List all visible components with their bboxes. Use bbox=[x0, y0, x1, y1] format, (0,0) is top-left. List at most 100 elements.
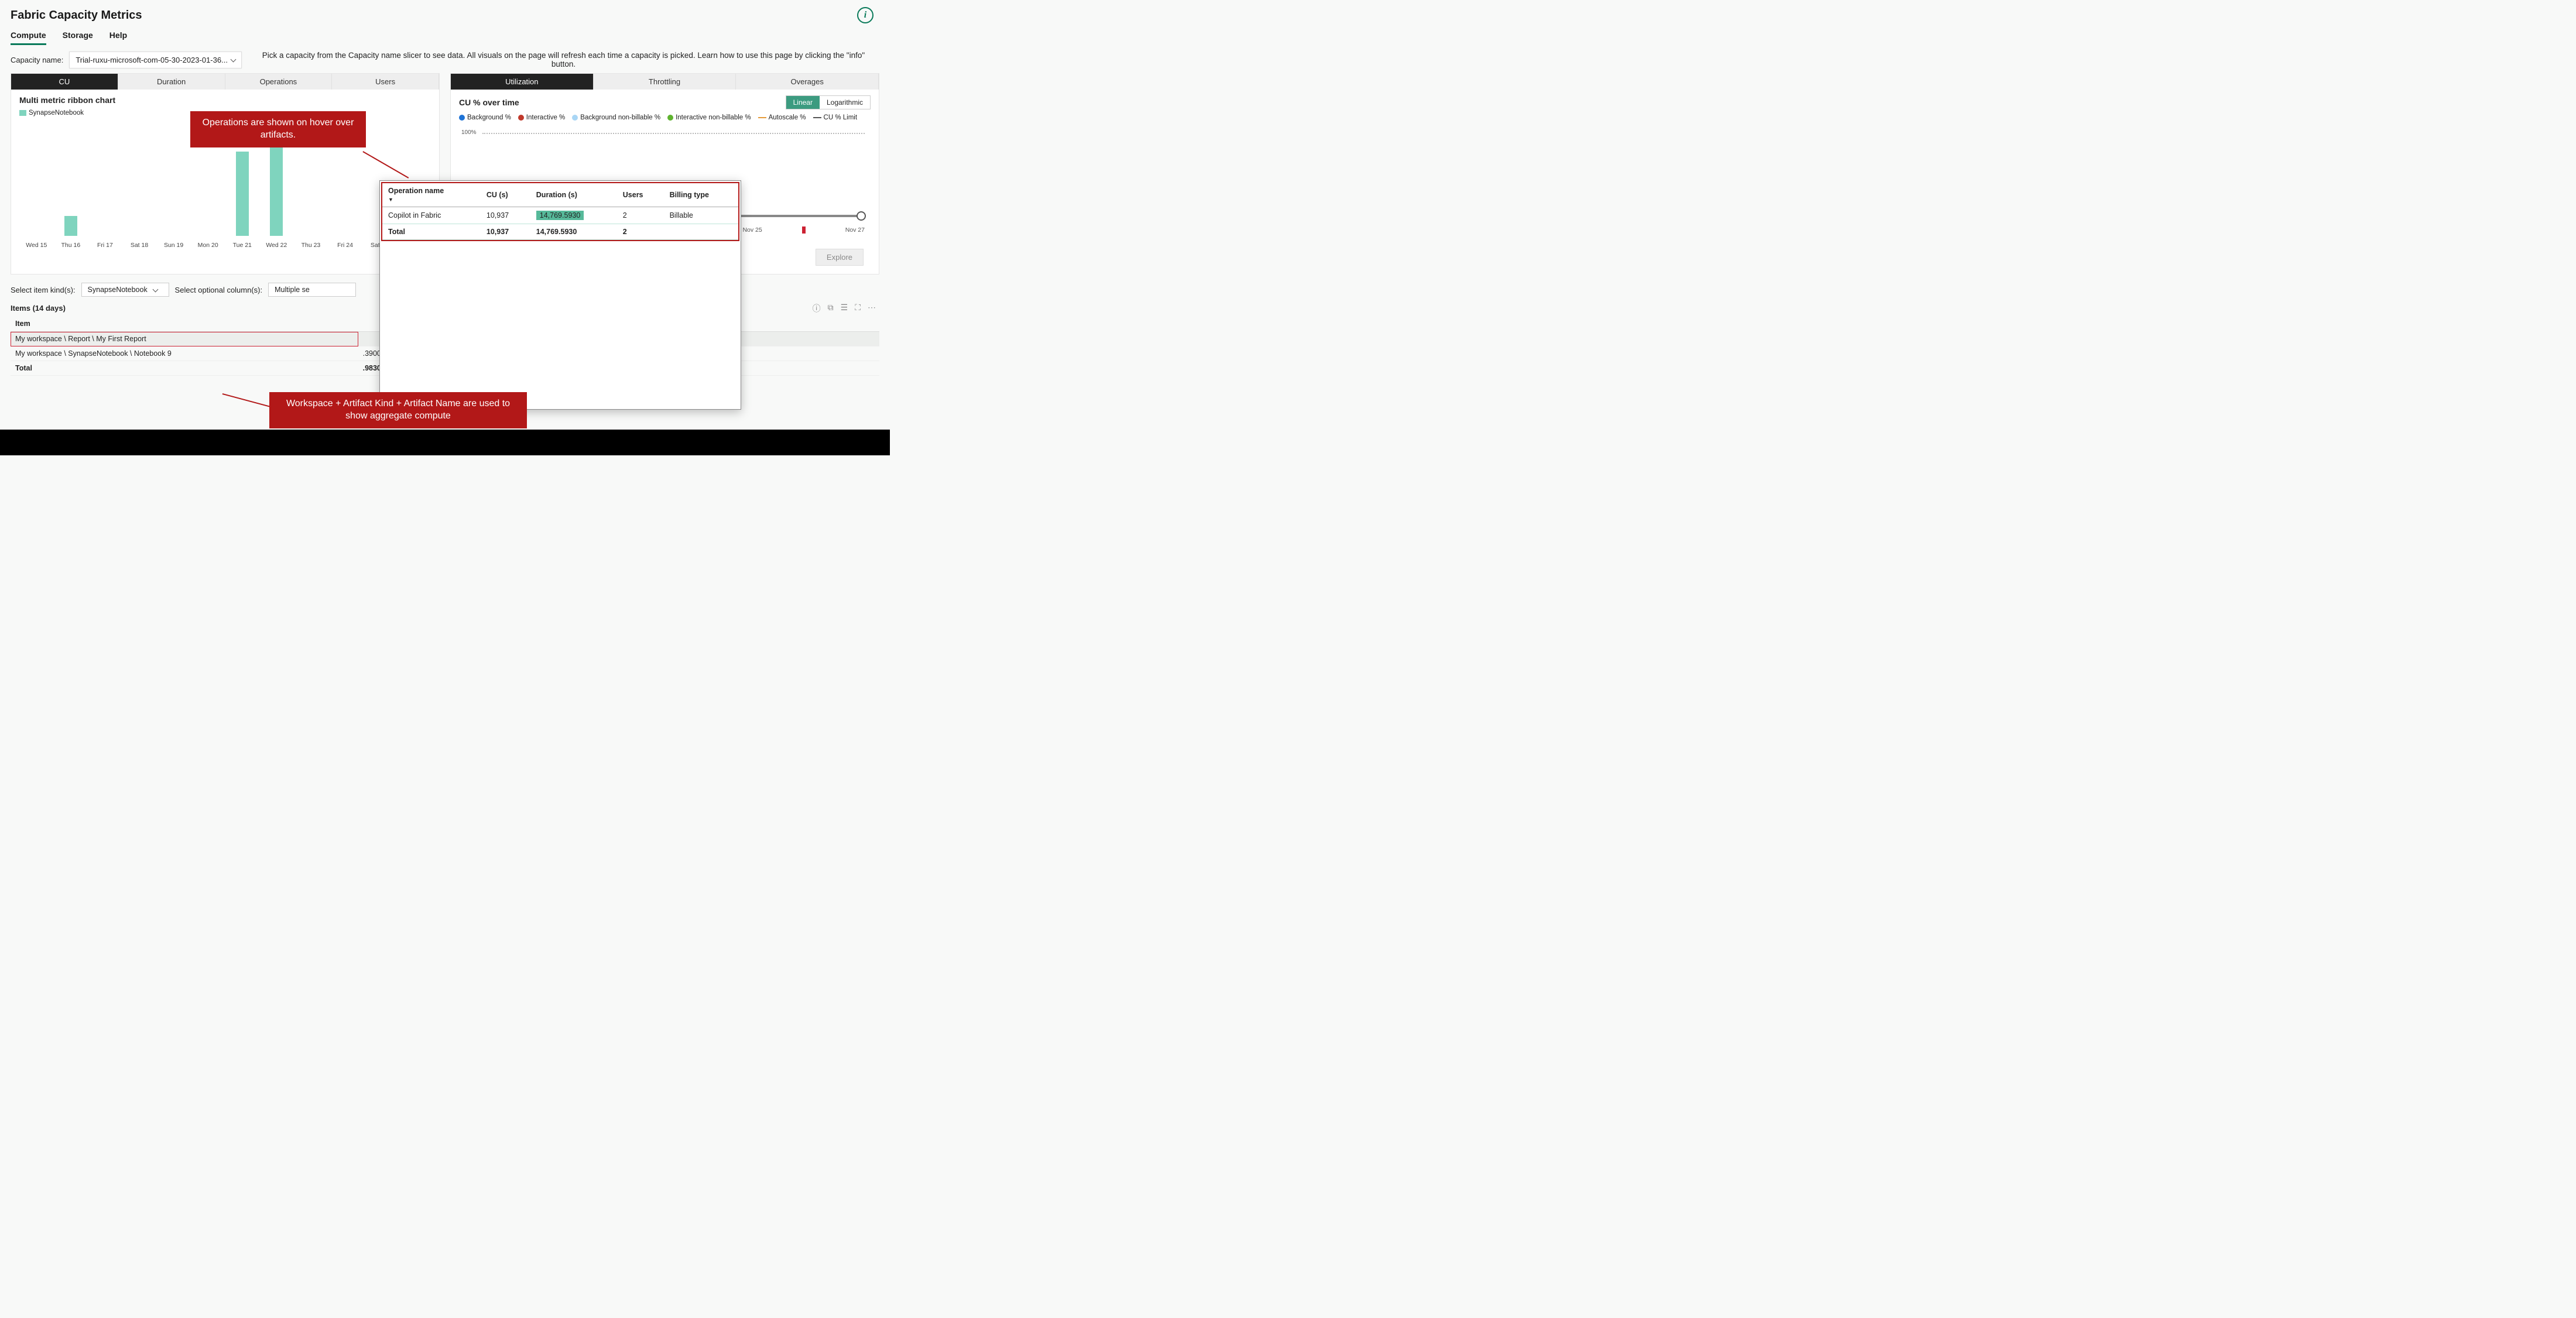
scale-logarithmic[interactable]: Logarithmic bbox=[820, 96, 870, 109]
tab-duration[interactable]: Duration bbox=[118, 74, 225, 90]
x-tick: Fri 24 bbox=[328, 242, 362, 249]
bar-col bbox=[54, 216, 88, 236]
cell-op: Copilot in Fabric bbox=[382, 207, 481, 224]
tab-help[interactable]: Help bbox=[109, 29, 127, 45]
help-text: Pick a capacity from the Capacity name s… bbox=[248, 51, 879, 68]
swatch-icon bbox=[758, 117, 766, 118]
items-toolbar: ⓘ ⧉ ☰ ⛶ ⋯ bbox=[809, 301, 879, 315]
y-tick-100: 100% bbox=[461, 129, 477, 136]
x-tick: Sat 18 bbox=[122, 242, 157, 249]
tab-cu[interactable]: CU bbox=[11, 74, 118, 90]
legend-item[interactable]: Background non-billable % bbox=[572, 114, 660, 121]
slider-thumb[interactable] bbox=[857, 211, 866, 221]
cell-users: 2 bbox=[617, 207, 664, 224]
bar[interactable] bbox=[236, 152, 249, 236]
filter-icon[interactable]: ☰ bbox=[841, 303, 848, 314]
chevron-down-icon bbox=[152, 286, 158, 292]
legend-item[interactable]: Autoscale % bbox=[758, 114, 806, 121]
cell: Total bbox=[11, 361, 358, 376]
capacity-value: Trial-ruxu-microsoft-com-05-30-2023-01-3… bbox=[76, 56, 228, 64]
tab-storage[interactable]: Storage bbox=[63, 29, 93, 45]
tooltip-table: Operation name▼ CU (s) Duration (s) User… bbox=[382, 183, 738, 240]
col-dur: Duration (s) bbox=[530, 183, 617, 207]
swatch-icon bbox=[813, 117, 821, 118]
chevron-down-icon bbox=[230, 56, 236, 62]
col-cu: CU (s) bbox=[481, 183, 530, 207]
x-tick: Thu 23 bbox=[294, 242, 328, 249]
info-icon[interactable]: i bbox=[857, 7, 873, 23]
optional-cols-dropdown[interactable]: Multiple se bbox=[268, 283, 356, 297]
optional-cols-value: Multiple se bbox=[275, 286, 310, 294]
more-icon[interactable]: ⋯ bbox=[868, 303, 876, 314]
x-tick: Nov 25 bbox=[742, 226, 762, 234]
capacity-row: Capacity name: Trial-ruxu-microsoft-com-… bbox=[0, 45, 890, 73]
legend-label: Background non-billable % bbox=[580, 114, 660, 121]
x-tick: Thu 16 bbox=[54, 242, 88, 249]
page-root: Fabric Capacity Metrics i Compute Storag… bbox=[0, 0, 890, 455]
callout-aggregate: Workspace + Artifact Kind + Artifact Nam… bbox=[269, 392, 527, 428]
ribbon-title: Multi metric ribbon chart bbox=[19, 95, 431, 105]
tab-users[interactable]: Users bbox=[332, 74, 439, 90]
col-users: Users bbox=[617, 183, 664, 207]
item-kind-dropdown[interactable]: SynapseNotebook bbox=[81, 283, 169, 297]
col-item[interactable]: Item bbox=[11, 316, 358, 332]
legend-item[interactable]: Interactive non-billable % bbox=[667, 114, 751, 121]
left-panel: CU Duration Operations Users Multi metri… bbox=[11, 73, 440, 274]
cell-billing bbox=[664, 224, 738, 240]
x-axis-labels: Wed 15Thu 16Fri 17Sat 18Sun 19Mon 20Tue … bbox=[19, 242, 431, 249]
cell-cu: 10,937 bbox=[481, 224, 530, 240]
help-icon[interactable]: ⓘ bbox=[813, 303, 821, 314]
scale-toggle: Linear Logarithmic bbox=[786, 95, 871, 109]
legend-label: SynapseNotebook bbox=[29, 109, 84, 116]
copy-icon[interactable]: ⧉ bbox=[828, 303, 834, 314]
title-row: Fabric Capacity Metrics i bbox=[11, 7, 879, 23]
capacity-dropdown[interactable]: Trial-ruxu-microsoft-com-05-30-2023-01-3… bbox=[69, 52, 242, 68]
total-row: Total 10,937 14,769.5930 2 bbox=[382, 224, 738, 240]
tab-utilization[interactable]: Utilization bbox=[451, 74, 594, 90]
tab-overages[interactable]: Overages bbox=[736, 74, 879, 90]
scale-linear[interactable]: Linear bbox=[786, 96, 820, 109]
focus-icon[interactable]: ⛶ bbox=[855, 303, 861, 314]
optional-cols-label: Select optional column(s): bbox=[175, 286, 263, 294]
col-op: Operation name▼ bbox=[382, 183, 481, 207]
tab-throttling[interactable]: Throttling bbox=[594, 74, 737, 90]
callout-hover: Operations are shown on hover over artif… bbox=[190, 111, 366, 147]
legend-label: Interactive % bbox=[526, 114, 565, 121]
cell-cu: 10,937 bbox=[481, 207, 530, 224]
left-tab-strip: CU Duration Operations Users bbox=[11, 74, 439, 90]
swatch-icon bbox=[667, 115, 673, 121]
legend-item[interactable]: CU % Limit bbox=[813, 114, 858, 121]
header-tabs: Compute Storage Help bbox=[11, 29, 879, 45]
cell-dur: 14,769.5930 bbox=[530, 224, 617, 240]
right-tab-strip: Utilization Throttling Overages bbox=[451, 74, 879, 90]
cell-op: Total bbox=[382, 224, 481, 240]
explore-button[interactable]: Explore bbox=[816, 249, 864, 266]
capacity-label: Capacity name: bbox=[11, 56, 63, 64]
connector-line bbox=[222, 393, 273, 408]
legend-item-synapsenotebook[interactable]: SynapseNotebook bbox=[19, 109, 84, 116]
bar[interactable] bbox=[64, 216, 77, 236]
header: Fabric Capacity Metrics i Compute Storag… bbox=[0, 0, 890, 45]
swatch-icon bbox=[572, 115, 578, 121]
cu-title: CU % over time bbox=[459, 98, 519, 107]
x-tick: Nov 27 bbox=[845, 226, 865, 234]
table-row[interactable]: Copilot in Fabric 10,937 14,769.5930 2 B… bbox=[382, 207, 738, 224]
legend-item[interactable]: Background % bbox=[459, 114, 511, 121]
cell: My workspace \ Report \ My First Report bbox=[11, 332, 358, 346]
operation-tooltip: Operation name▼ CU (s) Duration (s) User… bbox=[379, 180, 741, 410]
legend-item[interactable]: Interactive % bbox=[518, 114, 565, 121]
x-tick: Fri 17 bbox=[88, 242, 122, 249]
tooltip-highlight: Operation name▼ CU (s) Duration (s) User… bbox=[381, 182, 739, 241]
x-tick: Wed 15 bbox=[19, 242, 54, 249]
tab-compute[interactable]: Compute bbox=[11, 29, 46, 45]
cell-dur: 14,769.5930 bbox=[530, 207, 617, 224]
page-title: Fabric Capacity Metrics bbox=[11, 9, 142, 22]
legend-label: Interactive non-billable % bbox=[676, 114, 751, 121]
tab-operations[interactable]: Operations bbox=[225, 74, 333, 90]
footer-bar bbox=[0, 430, 890, 455]
items-title: Items (14 days) bbox=[11, 304, 66, 313]
x-tick: Mon 20 bbox=[191, 242, 225, 249]
bar[interactable] bbox=[270, 136, 283, 236]
table-header-row: Operation name▼ CU (s) Duration (s) User… bbox=[382, 183, 738, 207]
x-tick: Wed 22 bbox=[259, 242, 294, 249]
